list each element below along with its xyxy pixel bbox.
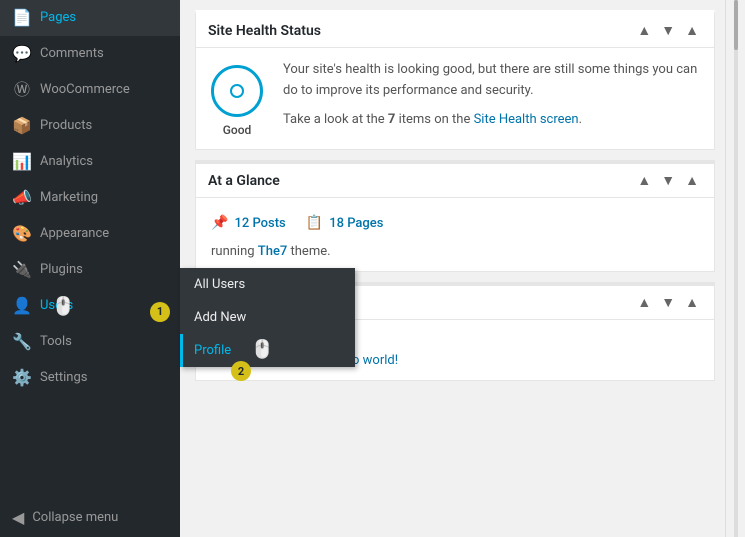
glance-theme-row: running The7 theme. (211, 236, 699, 259)
at-a-glance-widget: At a Glance ▲ ▼ ▲ 📌 12 Posts 📋 18 Pages … (195, 160, 715, 272)
at-a-glance-body: 📌 12 Posts 📋 18 Pages running The7 theme… (196, 198, 714, 271)
at-a-glance-header: At a Glance ▲ ▼ ▲ (196, 164, 714, 198)
sidebar-item-products[interactable]: 📦 Products (0, 108, 180, 144)
users-submenu: All Users Add New Profile 🖱️ 2 (180, 268, 355, 367)
sidebar-item-users[interactable]: 👤 Users 🖱️ 1 (0, 288, 180, 324)
glance-posts: 📌 12 Posts (211, 215, 286, 231)
products-icon: 📦 (12, 116, 32, 136)
badge-2: 2 (231, 361, 251, 381)
sidebar-item-pages[interactable]: 📄 Pages (0, 0, 180, 36)
glance-up-arrow[interactable]: ▲ (634, 172, 654, 189)
health-circle (211, 65, 263, 117)
activity-down-arrow[interactable]: ▼ (658, 294, 678, 311)
at-a-glance-title: At a Glance (208, 173, 280, 189)
submenu-all-users[interactable]: All Users (180, 268, 355, 301)
widget-controls-glance: ▲ ▼ ▲ (634, 172, 702, 189)
sidebar-item-label: Marketing (40, 189, 98, 207)
woocommerce-icon: Ⓦ (12, 80, 32, 100)
pages-link[interactable]: 18 Pages (329, 216, 383, 231)
sidebar: 📄 Pages 💬 Comments Ⓦ WooCommerce 📦 Produ… (0, 0, 180, 537)
sidebar-item-appearance[interactable]: 🎨 Appearance (0, 216, 180, 252)
sidebar-item-tools[interactable]: 🔧 Tools (0, 324, 180, 360)
health-description: Your site's health is looking good, but … (283, 60, 699, 130)
users-icon: 👤 (12, 296, 32, 316)
pushpin-icon: 📌 (211, 215, 228, 231)
marketing-icon: 📣 (12, 188, 32, 208)
theme-link[interactable]: The7 (258, 244, 288, 259)
sidebar-item-woocommerce[interactable]: Ⓦ WooCommerce (0, 72, 180, 108)
plugins-icon: 🔌 (12, 260, 32, 280)
badge-1: 1 (150, 302, 170, 322)
theme-text-prefix: running (211, 244, 258, 259)
sidebar-item-analytics[interactable]: 📊 Analytics (0, 144, 180, 180)
analytics-icon: 📊 (12, 152, 32, 172)
cursor-hand-profile: 🖱️ (251, 339, 273, 360)
sidebar-item-marketing[interactable]: 📣 Marketing (0, 180, 180, 216)
collapse-label: Collapse menu (32, 510, 118, 525)
glance-expand[interactable]: ▲ (682, 172, 702, 189)
comments-icon: 💬 (12, 44, 32, 64)
health-cta-middle: items on the (395, 112, 473, 127)
sidebar-item-settings[interactable]: ⚙️ Settings (0, 360, 180, 396)
site-health-header: Site Health Status ▲ ▼ ▲ (196, 14, 714, 48)
sidebar-item-label: Analytics (40, 153, 93, 171)
submenu-add-new[interactable]: Add New (180, 301, 355, 334)
health-status-label: Good (223, 123, 252, 137)
widget-controls-activity: ▲ ▼ ▲ (634, 294, 702, 311)
sidebar-item-label: Comments (40, 45, 104, 63)
tools-icon: 🔧 (12, 332, 32, 352)
settings-icon: ⚙️ (12, 368, 32, 388)
sidebar-item-label: Plugins (40, 261, 83, 279)
sidebar-item-label: WooCommerce (40, 81, 130, 99)
sidebar-item-plugins[interactable]: 🔌 Plugins (0, 252, 180, 288)
health-cta-text: Take a look at the (283, 112, 388, 127)
site-health-title: Site Health Status (208, 23, 321, 39)
health-status-indicator: Good (211, 60, 263, 137)
activity-expand[interactable]: ▲ (682, 294, 702, 311)
sidebar-item-label: Products (40, 117, 92, 135)
sidebar-item-label: Pages (40, 9, 76, 27)
site-health-body: Good Your site's health is looking good,… (196, 48, 714, 149)
collapse-menu[interactable]: ◀ Collapse menu (0, 498, 180, 537)
health-description-text: Your site's health is looking good, but … (283, 60, 699, 102)
sidebar-item-comments[interactable]: 💬 Comments (0, 36, 180, 72)
glance-stats-row: 📌 12 Posts 📋 18 Pages (211, 210, 699, 236)
right-panel (725, 0, 745, 537)
health-cta-end: . (579, 112, 582, 127)
site-health-widget: Site Health Status ▲ ▼ ▲ Good Your site'… (195, 10, 715, 150)
widget-expand[interactable]: ▲ (682, 22, 702, 39)
cursor-hand: 🖱️ (52, 294, 74, 319)
glance-pages: 📋 18 Pages (306, 215, 384, 231)
activity-up-arrow[interactable]: ▲ (634, 294, 654, 311)
sidebar-item-label: Tools (40, 333, 72, 351)
submenu-profile[interactable]: Profile 🖱️ 2 (180, 334, 355, 367)
glance-down-arrow[interactable]: ▼ (658, 172, 678, 189)
site-health-link[interactable]: Site Health screen (474, 112, 579, 127)
pages-glance-icon: 📋 (306, 215, 323, 231)
sidebar-item-label: Appearance (40, 225, 109, 243)
pages-icon: 📄 (12, 8, 32, 28)
collapse-icon: ◀ (12, 508, 24, 527)
posts-link[interactable]: 12 Posts (234, 216, 285, 231)
widget-up-arrow[interactable]: ▲ (634, 22, 654, 39)
theme-text-suffix: theme. (287, 244, 330, 259)
health-circle-inner (230, 84, 244, 98)
widget-down-arrow[interactable]: ▼ (658, 22, 678, 39)
appearance-icon: 🎨 (12, 224, 32, 244)
widget-controls: ▲ ▼ ▲ (634, 22, 702, 39)
sidebar-item-label: Settings (40, 369, 87, 387)
health-cta: Take a look at the 7 items on the Site H… (283, 110, 699, 131)
